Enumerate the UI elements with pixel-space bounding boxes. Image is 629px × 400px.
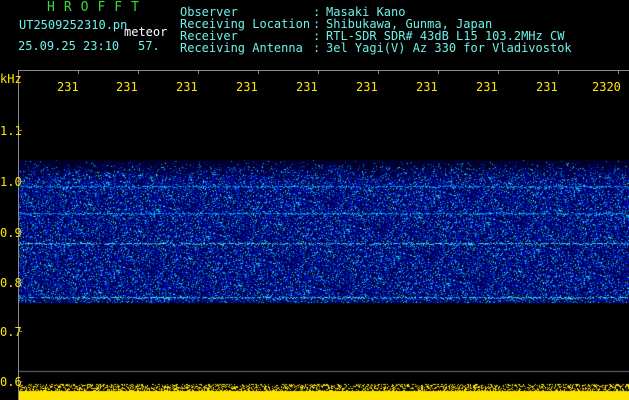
y-tick-label: 0.7 <box>0 325 22 339</box>
y-axis-unit: kHz <box>0 72 22 86</box>
x-tick-mark <box>498 70 499 74</box>
info-separator: : <box>313 41 321 55</box>
x-tick-label: 231 <box>476 80 498 94</box>
y-tick-label: 1.0 <box>0 175 22 189</box>
meteor-label: meteor <box>124 25 168 39</box>
y-tick-mark <box>18 181 22 182</box>
y-tick-mark <box>18 232 22 233</box>
x-tick-label: 231 <box>236 80 258 94</box>
x-tick-label: 231 <box>296 80 318 94</box>
x-tick-mark <box>378 70 379 74</box>
y-tick-mark <box>18 130 22 131</box>
y-tick-mark <box>18 282 22 283</box>
x-axis-line <box>18 70 629 71</box>
y-tick-mark <box>18 381 22 382</box>
x-tick-mark <box>618 70 619 74</box>
x-tick-label: 231 <box>416 80 438 94</box>
y-tick-label: 1.1 <box>0 124 22 138</box>
meteor-count: 57. <box>138 39 160 53</box>
x-tick-mark <box>138 70 139 74</box>
x-tick-mark <box>558 70 559 74</box>
info-value: 3el Yagi(V) Az 330 for Vladivostok <box>326 41 572 55</box>
info-key: Receiving Antenna <box>180 41 303 55</box>
x-tick-label: 2320 <box>592 80 621 94</box>
info-row-antenna: Receiving Antenna : 3el Yagi(V) Az 330 f… <box>180 42 620 54</box>
x-tick-label: 231 <box>57 80 79 94</box>
x-tick-label: 231 <box>116 80 138 94</box>
y-tick-label: 0.9 <box>0 226 22 240</box>
x-tick-mark <box>78 70 79 74</box>
x-tick-mark <box>198 70 199 74</box>
x-tick-mark <box>258 70 259 74</box>
x-tick-mark <box>318 70 319 74</box>
x-tick-label: 231 <box>176 80 198 94</box>
x-tick-label: 231 <box>536 80 558 94</box>
y-tick-mark <box>18 331 22 332</box>
file-name: UT2509252310.pn <box>19 18 128 32</box>
y-tick-label: 0.6 <box>0 375 22 389</box>
hrofft-window: HROFFT UT2509252310.pn meteor 25.09.25 2… <box>0 0 629 400</box>
app-title: HROFFT <box>47 0 148 15</box>
x-tick-label: 231 <box>356 80 378 94</box>
date-time: 25.09.25 23:10 <box>18 39 120 53</box>
spectrogram-canvas <box>19 71 629 400</box>
x-tick-mark <box>438 70 439 74</box>
y-tick-label: 0.8 <box>0 276 22 290</box>
